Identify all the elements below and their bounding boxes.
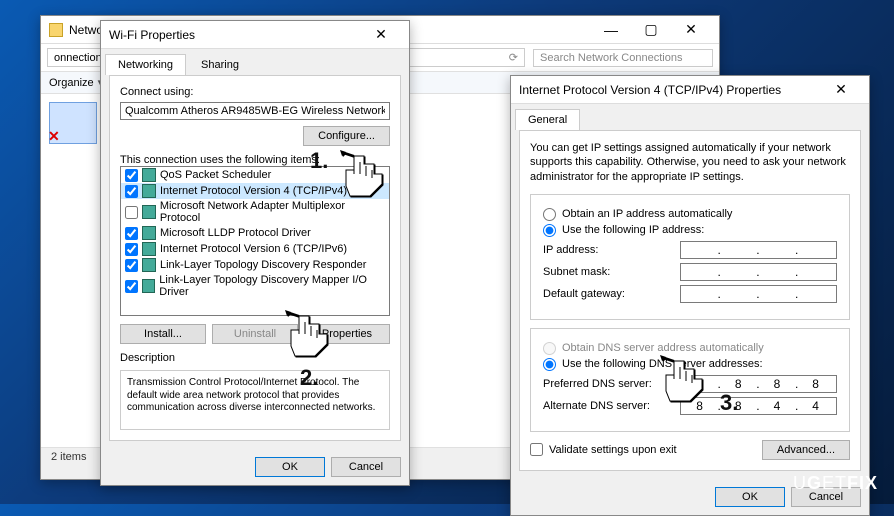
list-item[interactable]: Microsoft LLDP Protocol Driver [121, 225, 389, 241]
list-item[interactable]: Microsoft Network Adapter Multiplexor Pr… [121, 199, 389, 225]
radio-ip-auto[interactable] [543, 208, 556, 221]
cancel-button[interactable]: Cancel [331, 457, 401, 477]
tab-sharing[interactable]: Sharing [188, 54, 252, 75]
properties-button[interactable]: Properties [304, 324, 390, 344]
wifi-properties-dialog: Wi-Fi Properties ✕ Networking Sharing Co… [100, 20, 410, 486]
list-item-tcpipv4[interactable]: Internet Protocol Version 4 (TCP/IPv4) [121, 183, 389, 199]
maximize-button[interactable]: ▢ [631, 16, 671, 44]
pref-dns-label: Preferred DNS server: [543, 378, 680, 390]
ok-button[interactable]: OK [255, 457, 325, 477]
radio-dns-auto [543, 342, 556, 355]
uninstall-button: Uninstall [212, 324, 298, 344]
networking-panel: Connect using: Configure... This connect… [109, 75, 401, 441]
titlebar: Wi-Fi Properties ✕ [101, 21, 409, 49]
validate-checkbox[interactable] [530, 443, 543, 456]
checkbox[interactable] [125, 185, 138, 198]
protocol-icon [142, 226, 156, 240]
protocol-icon [142, 242, 156, 256]
protocol-icon [142, 258, 156, 272]
list-item[interactable]: Internet Protocol Version 6 (TCP/IPv6) [121, 241, 389, 257]
checkbox[interactable] [125, 259, 138, 272]
checkbox[interactable] [125, 206, 138, 219]
gw-field[interactable] [680, 285, 837, 303]
alt-dns-field[interactable]: 8844 [680, 397, 837, 415]
pref-dns-field[interactable]: 8888 [680, 375, 837, 393]
checkbox[interactable] [125, 243, 138, 256]
tabstrip: General [511, 104, 869, 130]
ip-label: IP address: [543, 244, 680, 256]
connect-using-label: Connect using: [120, 86, 390, 98]
dialog-title: Wi-Fi Properties [109, 28, 361, 42]
minimize-button[interactable]: — [591, 16, 631, 44]
general-panel: You can get IP settings assigned automat… [519, 130, 861, 471]
status-count: 2 items [51, 451, 86, 463]
checkbox[interactable] [125, 280, 138, 293]
alt-dns-label: Alternate DNS server: [543, 400, 680, 412]
watermark: UGETFIX [793, 473, 878, 494]
folder-icon [49, 23, 63, 37]
components-list[interactable]: QoS Packet Scheduler Internet Protocol V… [120, 166, 390, 316]
adapter-field[interactable] [120, 102, 390, 120]
dialog-title: Internet Protocol Version 4 (TCP/IPv4) P… [519, 83, 821, 97]
radio-dns-manual[interactable] [543, 358, 556, 371]
list-item[interactable]: Link-Layer Topology Discovery Responder [121, 257, 389, 273]
list-item[interactable]: Link-Layer Topology Discovery Mapper I/O… [121, 273, 389, 299]
description-heading: Description [120, 352, 390, 364]
refresh-icon[interactable]: ⟳ [509, 51, 518, 64]
configure-button[interactable]: Configure... [303, 126, 390, 146]
ip-group: Obtain an IP address automatically Use t… [530, 194, 850, 320]
gw-label: Default gateway: [543, 288, 680, 300]
tab-general[interactable]: General [515, 109, 580, 130]
nic-disabled-icon[interactable] [49, 102, 97, 144]
protocol-icon [142, 279, 155, 293]
search-input[interactable]: Search Network Connections [533, 49, 713, 67]
mask-label: Subnet mask: [543, 266, 680, 278]
list-item[interactable]: QoS Packet Scheduler [121, 167, 389, 183]
description-text: Transmission Control Protocol/Internet P… [120, 370, 390, 430]
close-button[interactable]: ✕ [821, 76, 861, 104]
advanced-button[interactable]: Advanced... [762, 440, 850, 460]
radio-ip-manual[interactable] [543, 224, 556, 237]
dns-group: Obtain DNS server address automatically … [530, 328, 850, 432]
close-button[interactable]: ✕ [671, 16, 711, 44]
checkbox[interactable] [125, 169, 138, 182]
organize-menu[interactable]: Organize [49, 77, 94, 89]
titlebar: Internet Protocol Version 4 (TCP/IPv4) P… [511, 76, 869, 104]
tcpip-properties-dialog: Internet Protocol Version 4 (TCP/IPv4) P… [510, 75, 870, 516]
install-button[interactable]: Install... [120, 324, 206, 344]
mask-field[interactable] [680, 263, 837, 281]
tab-networking[interactable]: Networking [105, 54, 186, 75]
ip-field[interactable] [680, 241, 837, 259]
validate-row[interactable]: Validate settings upon exit [530, 443, 677, 456]
tabstrip: Networking Sharing [101, 49, 409, 75]
checkbox[interactable] [125, 227, 138, 240]
protocol-icon [142, 168, 156, 182]
protocol-icon [142, 205, 156, 219]
close-button[interactable]: ✕ [361, 21, 401, 49]
protocol-icon [142, 184, 156, 198]
blurb: You can get IP settings assigned automat… [530, 141, 850, 184]
items-label: This connection uses the following items… [120, 154, 390, 166]
